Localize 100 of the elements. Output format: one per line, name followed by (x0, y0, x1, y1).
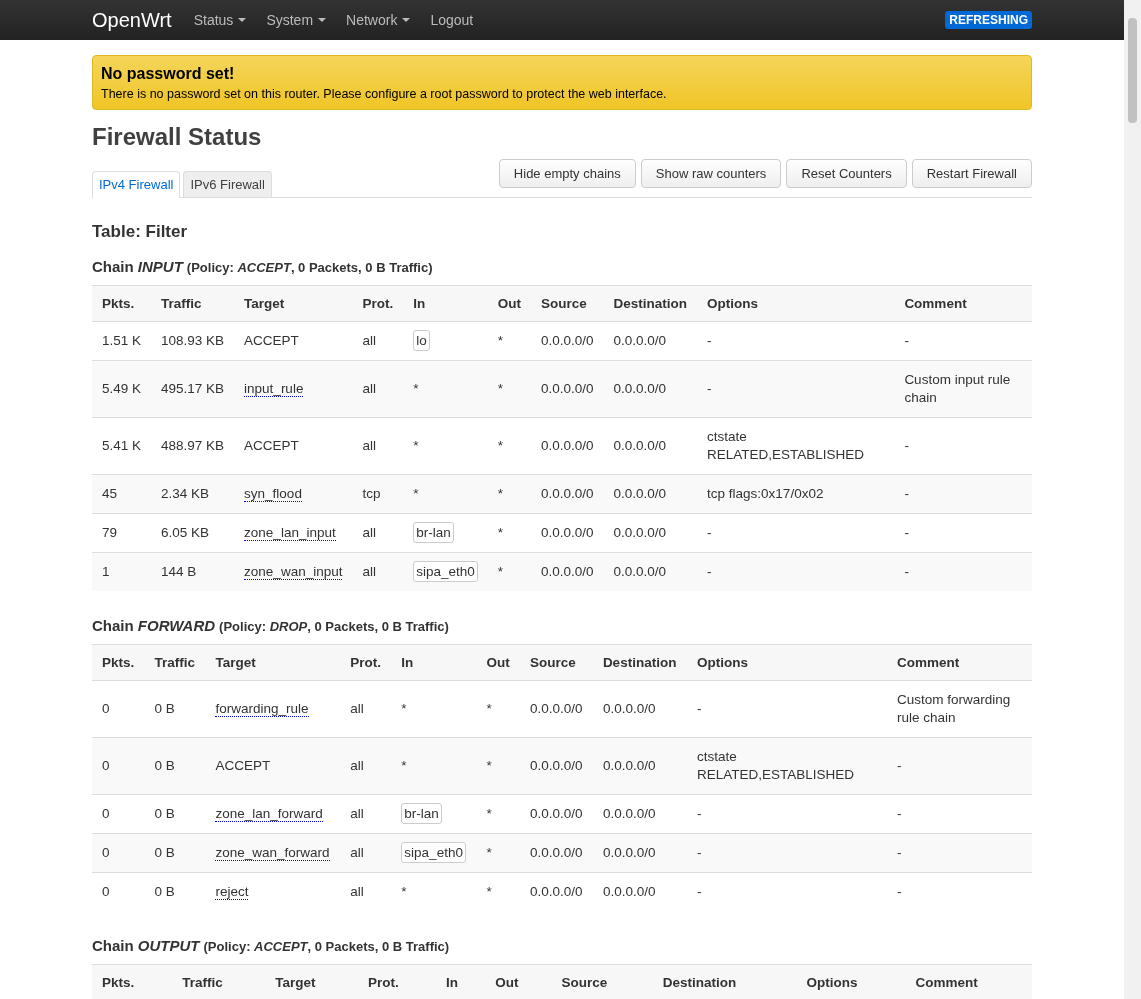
refreshing-indicator[interactable]: REFRESHING (945, 11, 1032, 29)
table-cell: 0.0.0.0/0 (531, 552, 604, 591)
chain-policy: (Policy: DROP, 0 Packets, 0 B Traffic) (219, 619, 449, 634)
table-cell: tcp (352, 474, 404, 514)
table-cell: - (887, 833, 1032, 873)
table-cell: 0.0.0.0/0 (519, 737, 593, 795)
chain-title: Chain FORWARD (92, 617, 216, 634)
table-cell: * (476, 737, 520, 795)
table-cell: all (352, 552, 404, 591)
column-header: Options (697, 285, 895, 322)
table-cell: - (687, 833, 887, 873)
table-cell: 0.0.0.0/0 (531, 474, 604, 514)
interface-badge: br-lan (413, 522, 454, 543)
column-header: Out (487, 285, 531, 322)
table-cell: all (352, 360, 404, 418)
nav-menu-item[interactable]: Status (193, 12, 247, 28)
column-header: In (403, 285, 488, 322)
chain-title: Chain OUTPUT (92, 937, 200, 954)
column-header: Pkts. (92, 285, 152, 322)
table-cell: 0.0.0.0/0 (519, 833, 593, 873)
column-header: Out (476, 644, 520, 681)
table-cell: 0 (92, 737, 145, 795)
table-cell: - (697, 552, 895, 591)
table-cell: 0 B (144, 872, 206, 911)
nav-menu-item[interactable]: Logout (430, 12, 474, 28)
table-cell: tcp flags:0x17/0x02 (697, 474, 895, 514)
chain-title: Chain INPUT (92, 258, 183, 275)
table-cell: - (887, 872, 1032, 911)
tab[interactable]: IPv6 Firewall (183, 171, 272, 197)
tab[interactable]: IPv4 Firewall (92, 171, 181, 198)
column-header: Comment (894, 285, 1032, 322)
alert-title: No password set! (101, 65, 236, 83)
table-cell: all (340, 872, 392, 911)
column-header: Source (519, 644, 593, 681)
chain-link[interactable]: zone_wan_input (234, 552, 353, 591)
table-cell: 0.0.0.0/0 (603, 360, 698, 418)
chain-link[interactable]: syn_flood (234, 474, 353, 514)
column-header: Target (234, 285, 353, 322)
column-header: Comment (887, 644, 1032, 681)
table-title: Table: Filter (92, 222, 189, 242)
table-cell: 495.17 KB (151, 360, 235, 418)
table-cell: 0 B (144, 737, 206, 795)
action-button[interactable]: Show raw counters (640, 159, 782, 188)
interface-badge: lo (413, 330, 430, 351)
action-button[interactable]: Hide empty chains (498, 159, 636, 188)
table-cell: ACCEPT (205, 737, 341, 795)
brand-link[interactable]: OpenWrt (92, 8, 172, 32)
action-button[interactable]: Reset Counters (786, 159, 907, 188)
scrollbar[interactable] (1124, 0, 1141, 999)
column-header: Pkts. (92, 644, 145, 681)
table-cell: 45 (92, 474, 152, 514)
column-header: In (435, 964, 486, 999)
table-cell: 0.0.0.0/0 (603, 474, 698, 514)
table-cell: - (894, 474, 1032, 514)
column-header: Options (687, 644, 887, 681)
column-header: Destination (592, 644, 687, 681)
interface-badge: sipa_eth0 (401, 842, 466, 863)
table-cell: all (340, 737, 392, 795)
interface-badge: br-lan (401, 803, 442, 824)
table-cell: * (487, 552, 531, 591)
column-header: Options (796, 964, 906, 999)
table-cell: * (487, 360, 531, 418)
table-cell: 0 B (144, 833, 206, 873)
table-cell: 0 (92, 833, 145, 873)
action-button[interactable]: Restart Firewall (911, 159, 1032, 188)
table-cell: - (697, 360, 895, 418)
table-cell: 1 (92, 552, 152, 591)
column-header: Pkts. (92, 964, 173, 999)
column-header: Traffic (151, 285, 235, 322)
table-cell: 144 B (151, 552, 235, 591)
chain-link[interactable]: reject (205, 872, 341, 911)
page-title: Firewall Status (92, 123, 263, 151)
nav-menu-item[interactable]: System (266, 12, 327, 28)
column-header: Source (531, 285, 604, 322)
column-header: Out (485, 964, 552, 999)
column-header: Prot. (357, 964, 436, 999)
alert-text: There is no password set on this router. Please configure a root password to protect the web interface. (101, 87, 668, 101)
column-header: Prot. (352, 285, 404, 322)
table-cell: all (340, 833, 392, 873)
nav-menu-item[interactable]: Network (346, 12, 411, 28)
table-cell: 0.0.0.0/0 (592, 737, 687, 795)
column-header: Comment (905, 964, 1032, 999)
table-cell: - (894, 552, 1032, 591)
table-cell: - (687, 872, 887, 911)
column-header: Target (265, 964, 358, 999)
table-cell: * (476, 833, 520, 873)
column-header: Target (205, 644, 341, 681)
table-cell: 0.0.0.0/0 (592, 872, 687, 911)
column-header: Destination (652, 964, 797, 999)
chain-link[interactable]: input_rule (234, 360, 353, 418)
column-header: Destination (603, 285, 698, 322)
table-cell: * (487, 474, 531, 514)
table-cell: * (476, 872, 520, 911)
table-cell: 0.0.0.0/0 (531, 360, 604, 418)
interface-badge: sipa_eth0 (413, 561, 478, 582)
table-cell: 0.0.0.0/0 (592, 833, 687, 873)
table-cell: * (413, 486, 419, 501)
table-cell: - (887, 737, 1032, 795)
chain-link[interactable]: zone_wan_forward (205, 833, 341, 873)
table-cell: * (401, 758, 407, 773)
